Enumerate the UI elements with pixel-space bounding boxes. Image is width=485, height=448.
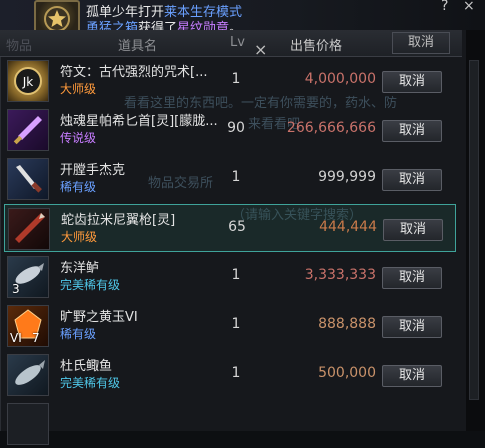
header-cancel-button[interactable]: 取消 — [392, 32, 450, 54]
stack-grade: VI — [10, 331, 22, 345]
item-price: 266,666,666 — [286, 120, 376, 136]
knife-icon — [7, 158, 49, 200]
item-price: 888,888 — [318, 316, 376, 332]
topaz-icon: VI 7 — [7, 305, 49, 347]
item-level: 1 — [231, 169, 241, 185]
help-icon[interactable]: ? — [441, 0, 455, 14]
table-row[interactable]: VI 7 旷野之黄玉VI 稀有级 1 888,888 取消 — [4, 302, 456, 350]
empty-slot-icon — [7, 403, 49, 445]
table-row[interactable]: 烛魂星帕希匕首[灵][朦胧... 传说级 90 266,666,666 取消 — [4, 106, 456, 154]
svg-text:Jk: Jk — [22, 75, 34, 89]
item-grade: 完美稀有级 — [60, 278, 121, 292]
item-level: 65 — [228, 219, 246, 235]
system-notice: 孤单少年打开莱本生存模式 勇猛之箱获得了星纹勋章。 — [0, 0, 485, 36]
item-price: 3,333,333 — [304, 267, 376, 283]
item-grade: 稀有级 — [60, 327, 97, 341]
stack-count: 3 — [12, 282, 20, 296]
header-lv: Lv — [230, 35, 245, 50]
item-price: 999,999 — [318, 169, 376, 185]
header-name: 道具名 — [118, 39, 158, 54]
fish-icon — [7, 354, 49, 396]
item-grade: 大师级 — [61, 230, 98, 244]
cancel-button[interactable]: 取消 — [383, 219, 443, 241]
item-price: 500,000 — [318, 365, 376, 381]
table-row[interactable]: 3 东洋鲈 完美稀有级 1 3,333,333 取消 — [4, 253, 456, 301]
cancel-button[interactable]: 取消 — [382, 71, 442, 93]
table-row-selected[interactable]: 蛇齿拉米尼翼枪[灵] 大师级 65 444,444 取消 — [4, 204, 456, 252]
table-row[interactable]: 杜氏鲰鱼 完美稀有级 1 500,000 取消 — [4, 351, 456, 399]
cancel-button[interactable]: 取消 — [382, 365, 442, 387]
item-name: 旷野之黄玉VI — [60, 310, 138, 325]
cancel-button[interactable]: 取消 — [382, 316, 442, 338]
window-close-icon[interactable]: × — [463, 0, 477, 14]
item-grade: 完美稀有级 — [60, 376, 121, 390]
item-level: 90 — [227, 120, 245, 136]
item-grade: 传说级 — [60, 131, 97, 145]
item-price: 444,444 — [319, 219, 377, 235]
table-row[interactable]: Jk 符文：古代强烈的咒术[... 大师级 1 4,000,000 取消 — [4, 57, 456, 105]
item-level: 1 — [231, 71, 241, 87]
item-name: 符文：古代强烈的咒术[... — [60, 65, 208, 80]
dagger-icon — [7, 109, 49, 151]
item-grade: 稀有级 — [60, 180, 97, 194]
item-name: 东洋鲈 — [60, 261, 100, 276]
cancel-button[interactable]: 取消 — [382, 169, 442, 191]
cancel-button[interactable]: 取消 — [382, 267, 442, 289]
item-name: 烛魂星帕希匕首[灵][朦胧... — [60, 114, 218, 129]
item-level: 1 — [231, 316, 241, 332]
item-name: 开膛手杰克 — [60, 163, 126, 178]
item-grade: 大师级 — [60, 82, 97, 96]
item-name: 蛇齿拉米尼翼枪[灵] — [61, 213, 176, 228]
rune-icon: Jk — [7, 60, 49, 102]
item-name: 杜氏鲰鱼 — [60, 359, 113, 374]
header-price: 出售价格 — [290, 39, 343, 54]
fish-icon: 3 — [7, 256, 49, 298]
spear-icon — [8, 208, 50, 250]
table-row-empty — [4, 400, 456, 448]
stack-count: 7 — [32, 331, 40, 345]
table-row[interactable]: 开膛手杰克 稀有级 1 999,999 取消 — [4, 155, 456, 203]
item-level: 1 — [231, 267, 241, 283]
scrollbar-thumb[interactable] — [469, 60, 479, 400]
cancel-button[interactable]: 取消 — [382, 120, 442, 142]
item-price: 4,000,000 — [304, 71, 376, 87]
header-item-ghost: 物品 — [6, 39, 33, 54]
item-level: 1 — [231, 365, 241, 381]
